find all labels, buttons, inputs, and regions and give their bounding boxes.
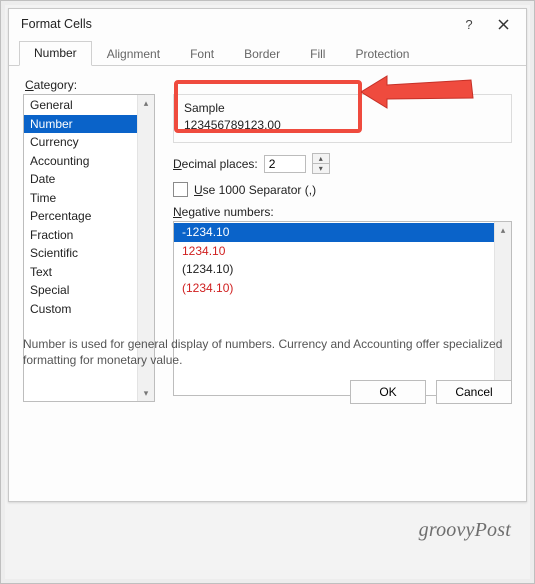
category-item[interactable]: Custom <box>24 300 154 319</box>
thousand-separator-label: Use 1000 Separator (,) <box>194 183 316 197</box>
tab-alignment[interactable]: Alignment <box>92 42 175 66</box>
category-item[interactable]: Fraction <box>24 226 154 245</box>
category-item[interactable]: Number <box>24 115 154 134</box>
watermark: groovyPost <box>419 519 511 542</box>
tab-border[interactable]: Border <box>229 42 295 66</box>
sample-value: 123456789123.00 <box>184 118 501 132</box>
category-item[interactable]: Date <box>24 170 154 189</box>
scroll-up-icon[interactable]: ▴ <box>495 222 511 238</box>
close-button[interactable] <box>486 11 520 37</box>
category-label: Category: <box>25 78 512 92</box>
dialog-body: Category: GeneralNumberCurrencyAccountin… <box>9 66 526 412</box>
category-item[interactable]: Accounting <box>24 152 154 171</box>
dialog-title: Format Cells <box>21 17 452 31</box>
negative-scrollbar[interactable]: ▴ ▾ <box>494 222 511 395</box>
negative-numbers-list[interactable]: -1234.101234.10(1234.10)(1234.10) ▴ ▾ <box>173 221 512 396</box>
help-button[interactable]: ? <box>452 11 486 37</box>
thousand-separator-checkbox[interactable] <box>173 182 188 197</box>
dialog-footer: OK Cancel <box>9 372 526 412</box>
decimal-places-input[interactable] <box>264 155 306 173</box>
cancel-button[interactable]: Cancel <box>436 380 512 404</box>
tab-bar: NumberAlignmentFontBorderFillProtection <box>9 39 526 66</box>
category-item[interactable]: General <box>24 96 154 115</box>
tab-number[interactable]: Number <box>19 41 92 66</box>
category-item[interactable]: Text <box>24 263 154 282</box>
sample-box: Sample 123456789123.00 <box>173 94 512 143</box>
category-description: Number is used for general display of nu… <box>23 336 512 368</box>
spin-up-icon[interactable]: ▴ <box>313 154 329 163</box>
scroll-up-icon[interactable]: ▴ <box>138 95 154 111</box>
category-item[interactable]: Percentage <box>24 207 154 226</box>
category-item[interactable]: Currency <box>24 133 154 152</box>
negative-number-item[interactable]: -1234.10 <box>174 223 511 242</box>
category-item[interactable]: Time <box>24 189 154 208</box>
negative-numbers-label: Negative numbers: <box>173 205 512 219</box>
negative-number-item[interactable]: 1234.10 <box>174 242 511 261</box>
sample-label: Sample <box>184 101 501 115</box>
ok-button[interactable]: OK <box>350 380 426 404</box>
decimal-spinner[interactable]: ▴ ▾ <box>312 153 330 174</box>
category-item[interactable]: Scientific <box>24 244 154 263</box>
format-cells-dialog: Format Cells ? NumberAlignmentFontBorder… <box>8 8 527 502</box>
tab-font[interactable]: Font <box>175 42 229 66</box>
tab-protection[interactable]: Protection <box>340 42 424 66</box>
negative-number-item[interactable]: (1234.10) <box>174 279 511 298</box>
titlebar: Format Cells ? <box>9 9 526 39</box>
close-icon <box>498 19 509 30</box>
decimal-places-label: Decimal places: <box>173 157 258 171</box>
negative-number-item[interactable]: (1234.10) <box>174 260 511 279</box>
spin-down-icon[interactable]: ▾ <box>313 163 329 173</box>
tab-fill[interactable]: Fill <box>295 42 340 66</box>
category-item[interactable]: Special <box>24 281 154 300</box>
